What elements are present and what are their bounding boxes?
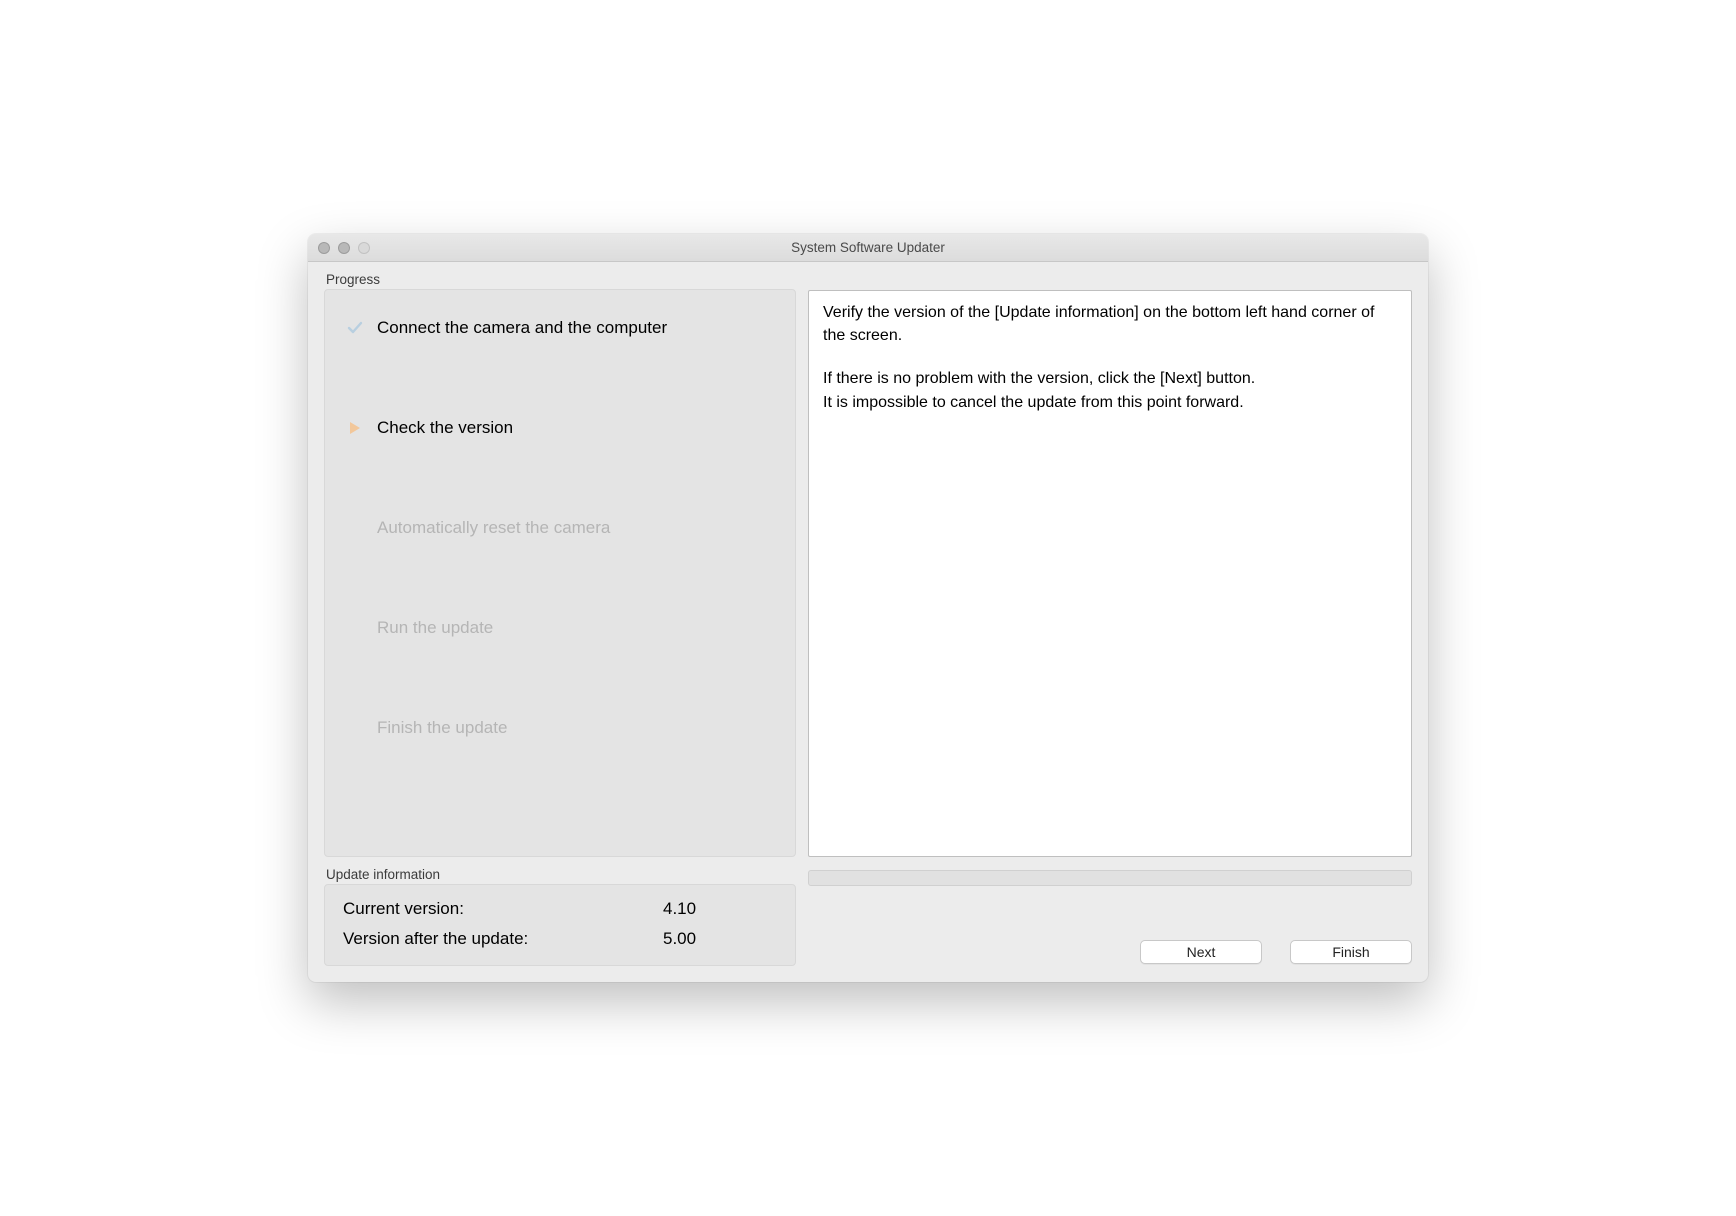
button-row: Next Finish: [808, 889, 1412, 966]
arrow-right-icon: [345, 418, 365, 438]
instruction-line: If there is no problem with the version,…: [823, 367, 1397, 390]
progress-bar-container: [808, 867, 1412, 889]
lower-area: Update information Current version: 4.10…: [324, 867, 1412, 966]
window-title: System Software Updater: [308, 240, 1428, 255]
after-version-row: Version after the update: 5.00: [343, 929, 777, 949]
current-version-row: Current version: 4.10: [343, 899, 777, 919]
step-run-update: Run the update: [345, 618, 775, 638]
window-content: Progress Connect the camera and the comp…: [308, 262, 1428, 982]
instructions-box: Verify the version of the [Update inform…: [808, 290, 1412, 857]
close-icon[interactable]: [318, 242, 330, 254]
step-label: Finish the update: [377, 718, 507, 738]
minimize-icon[interactable]: [338, 242, 350, 254]
update-info-box: Current version: 4.10 Version after the …: [324, 884, 796, 966]
finish-button[interactable]: Finish: [1290, 940, 1412, 964]
next-button[interactable]: Next: [1140, 940, 1262, 964]
upper-area: Progress Connect the camera and the comp…: [324, 272, 1412, 857]
progress-column: Progress Connect the camera and the comp…: [324, 272, 796, 857]
instruction-line: It is impossible to cancel the update fr…: [823, 391, 1397, 414]
current-version-label: Current version:: [343, 899, 663, 919]
current-version-value: 4.10: [663, 899, 696, 919]
update-info-column: Update information Current version: 4.10…: [324, 867, 796, 966]
progress-box: Connect the camera and the computer Chec…: [324, 289, 796, 857]
step-label: Run the update: [377, 618, 493, 638]
traffic-lights: [308, 242, 370, 254]
empty-icon: [345, 618, 365, 638]
empty-icon: [345, 518, 365, 538]
instructions-column: Verify the version of the [Update inform…: [808, 272, 1412, 857]
maximize-icon: [358, 242, 370, 254]
updater-window: System Software Updater Progress Connect…: [308, 234, 1428, 982]
empty-icon: [345, 718, 365, 738]
step-reset-camera: Automatically reset the camera: [345, 518, 775, 538]
step-connect-camera: Connect the camera and the computer: [345, 318, 775, 338]
progress-group-label: Progress: [324, 272, 796, 287]
step-finish-update: Finish the update: [345, 718, 775, 738]
step-check-version: Check the version: [345, 418, 775, 438]
step-label: Connect the camera and the computer: [377, 318, 667, 338]
update-info-label: Update information: [324, 867, 796, 882]
instruction-line: Verify the version of the [Update inform…: [823, 301, 1397, 347]
lower-right-column: Next Finish: [808, 867, 1412, 966]
after-version-label: Version after the update:: [343, 929, 663, 949]
progress-bar: [808, 870, 1412, 886]
step-label: Check the version: [377, 418, 513, 438]
after-version-value: 5.00: [663, 929, 696, 949]
step-label: Automatically reset the camera: [377, 518, 610, 538]
titlebar: System Software Updater: [308, 234, 1428, 262]
checkmark-icon: [345, 318, 365, 338]
